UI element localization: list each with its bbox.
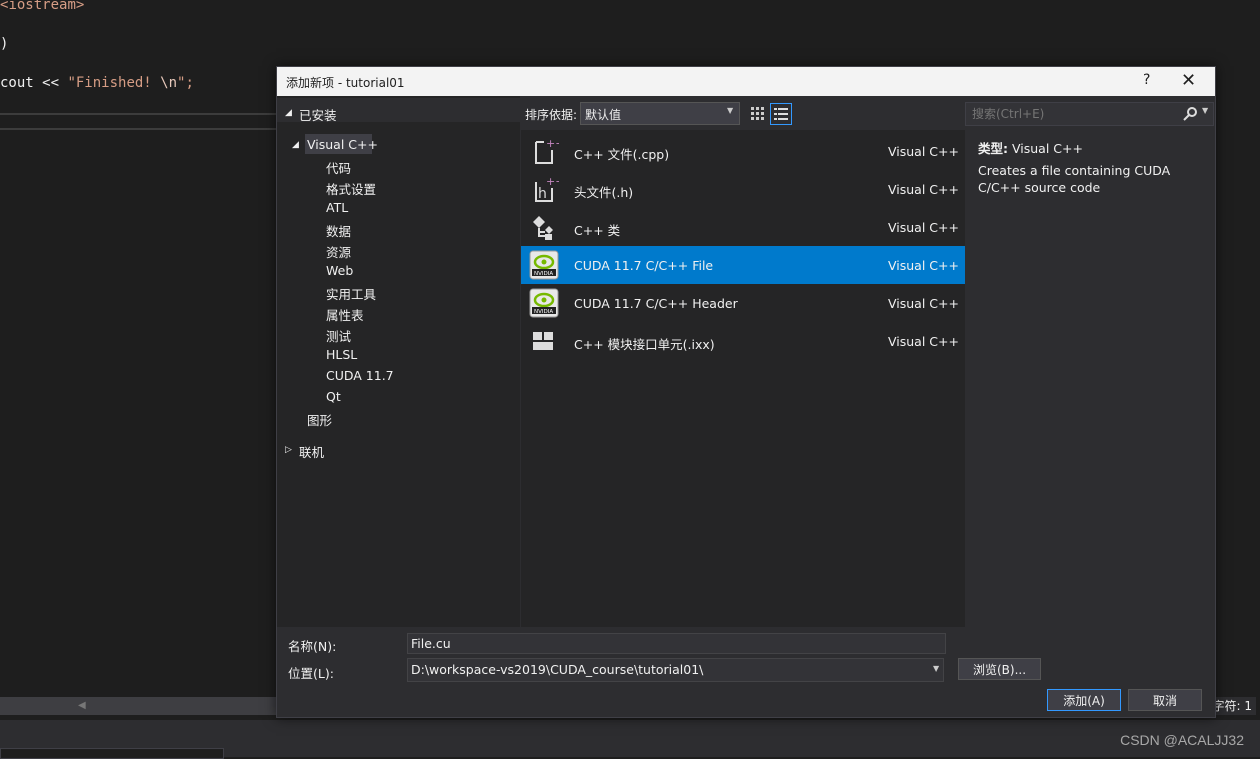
template-name: CUDA 11.7 C/C++ File (574, 258, 714, 273)
dialog-title: 添加新项 - tutorial01 (286, 76, 405, 90)
template-item-module-interface[interactable]: C++ 模块接口单元(.ixx) Visual C++ (521, 322, 965, 360)
tree-item-graphics[interactable]: 图形 (307, 410, 332, 429)
nvidia-icon: NVIDIA (529, 288, 559, 318)
svg-text:h: h (538, 186, 547, 202)
add-button[interactable]: 添加(A) (1047, 689, 1121, 711)
name-field[interactable] (407, 633, 946, 654)
svg-text:NVIDIA: NVIDIA (534, 271, 553, 277)
chevron-down-icon: ▼ (727, 106, 734, 115)
template-item-header-file[interactable]: h ++ 头文件(.h) Visual C++ (521, 170, 965, 208)
dialog-titlebar: 添加新项 - tutorial01 ? ✕ (277, 67, 1215, 96)
template-list: ++ C++ 文件(.cpp) Visual C++ h ++ 头文件(.h) … (521, 130, 965, 627)
tree-item-formatting[interactable]: 格式设置 (326, 179, 376, 198)
type-info: 类型: Visual C++ (978, 138, 1083, 157)
chevron-down-icon: ▼ (933, 664, 940, 673)
template-description: Creates a file containing CUDA C/C++ sou… (978, 163, 1171, 195)
cpp-file-icon: ++ (535, 137, 559, 164)
search-input[interactable] (970, 105, 1174, 123)
svg-text:++: ++ (546, 137, 559, 150)
add-new-item-dialog: 添加新项 - tutorial01 ? ✕ ◢ 已安装 ◢ Visual C++… (276, 66, 1216, 718)
sort-label: 排序依据: (525, 108, 578, 122)
tree-item-data[interactable]: 数据 (326, 221, 351, 240)
browse-button[interactable]: 浏览(B)... (958, 658, 1041, 680)
output-search-input[interactable] (0, 748, 224, 759)
list-view-button[interactable] (770, 103, 792, 125)
code-cout-escape: \n (160, 75, 178, 91)
search-box[interactable]: ▼ (965, 102, 1214, 126)
location-value: D:\workspace-vs2019\CUDA_course\tutorial… (411, 662, 704, 677)
collapse-arrow-icon[interactable]: ▷ (285, 445, 292, 455)
template-item-cpp-class[interactable]: C++ 类 Visual C++ (521, 208, 965, 246)
nvidia-icon: NVIDIA (529, 250, 559, 280)
type-value: Visual C++ (1011, 141, 1083, 156)
close-button[interactable]: ✕ (1181, 70, 1196, 91)
code-include-text: iostream> (8, 0, 85, 13)
editor-horizontal-scrollbar[interactable] (0, 697, 276, 715)
tree-item-test[interactable]: 测试 (326, 326, 351, 345)
tree-item-code[interactable]: 代码 (326, 158, 351, 177)
scroll-left-icon[interactable]: ◀ (78, 700, 86, 711)
status-char-count: 字符: 1 (1212, 697, 1256, 715)
tree-item-property-sheets[interactable]: 属性表 (326, 305, 364, 324)
cpp-class-icon (533, 216, 553, 240)
sort-value: 默认值 (585, 108, 622, 122)
template-type: Visual C++ (888, 334, 959, 349)
cancel-button[interactable]: 取消 (1128, 689, 1202, 711)
location-dropdown[interactable]: D:\workspace-vs2019\CUDA_course\tutorial… (407, 658, 944, 682)
sort-dropdown[interactable]: 默认值 ▼ (580, 102, 740, 125)
header-file-icon: h ++ (535, 175, 559, 202)
template-name: C++ 类 (574, 223, 621, 238)
editor-divider (0, 113, 280, 115)
tree-item-web[interactable]: Web (326, 263, 353, 278)
watermark: CSDN @ACALJJ32 (1120, 732, 1244, 748)
dialog-footer: 名称(N): 位置(L): D:\workspace-vs2019\CUDA_c… (277, 627, 1215, 717)
grid-view-icon[interactable] (748, 104, 766, 122)
expand-arrow-icon[interactable]: ◢ (285, 108, 292, 118)
list-view-icon (774, 108, 788, 120)
tree-item-online[interactable]: 联机 (299, 442, 324, 461)
template-type: Visual C++ (888, 144, 959, 159)
template-name: CUDA 11.7 C/C++ Header (574, 296, 738, 311)
tree-item-visual-cpp[interactable]: Visual C++ (307, 137, 378, 152)
template-name: 头文件(.h) (574, 185, 634, 200)
template-type: Visual C++ (888, 258, 959, 273)
template-item-cuda-file[interactable]: NVIDIA CUDA 11.7 C/C++ File Visual C++ (521, 246, 965, 284)
help-button[interactable]: ? (1143, 72, 1150, 88)
search-icon[interactable] (1182, 106, 1198, 122)
template-name: C++ 文件(.cpp) (574, 147, 670, 162)
module-icon (533, 332, 553, 350)
category-tree: ◢ 已安装 ◢ Visual C++ 代码 格式设置 ATL 数据 资源 Web… (277, 96, 520, 627)
template-details: ▼ 类型: Visual C++ Creates a file containi… (965, 96, 1215, 627)
tree-item-utility[interactable]: 实用工具 (326, 284, 376, 303)
svg-text:NVIDIA: NVIDIA (534, 309, 553, 315)
expand-arrow-icon[interactable]: ◢ (292, 140, 299, 150)
template-name: C++ 模块接口单元(.ixx) (574, 337, 715, 352)
tree-item-cuda[interactable]: CUDA 11.7 (326, 368, 394, 383)
tree-item-hlsl[interactable]: HLSL (326, 347, 357, 362)
svg-text:++: ++ (546, 175, 559, 188)
template-type: Visual C++ (888, 296, 959, 311)
code-cout-string: "Finished! (67, 75, 161, 91)
template-toolbar: 排序依据: 默认值 ▼ (520, 96, 965, 130)
tree-item-installed[interactable]: 已安装 (299, 105, 337, 124)
code-line-include: <iostream> (0, 0, 84, 13)
location-label: 位置(L): (288, 666, 334, 681)
tree-item-qt[interactable]: Qt (326, 389, 341, 404)
tree-item-resources[interactable]: 资源 (326, 242, 351, 261)
editor-divider (0, 128, 280, 130)
template-type: Visual C++ (888, 220, 959, 235)
name-label: 名称(N): (288, 639, 337, 654)
code-line-cout: cout << "Finished! \n"; (0, 75, 194, 91)
search-options-chevron-icon[interactable]: ▼ (1202, 106, 1208, 115)
code-cout-prefix: cout << (0, 75, 68, 91)
type-label: 类型: (978, 141, 1008, 156)
template-item-cpp-file[interactable]: ++ C++ 文件(.cpp) Visual C++ (521, 132, 965, 170)
code-cout-suffix: "; (177, 75, 194, 91)
template-type: Visual C++ (888, 182, 959, 197)
code-line-paren: ) (0, 36, 9, 52)
template-item-cuda-header[interactable]: NVIDIA CUDA 11.7 C/C++ Header Visual C++ (521, 284, 965, 322)
tree-item-atl[interactable]: ATL (326, 200, 348, 215)
